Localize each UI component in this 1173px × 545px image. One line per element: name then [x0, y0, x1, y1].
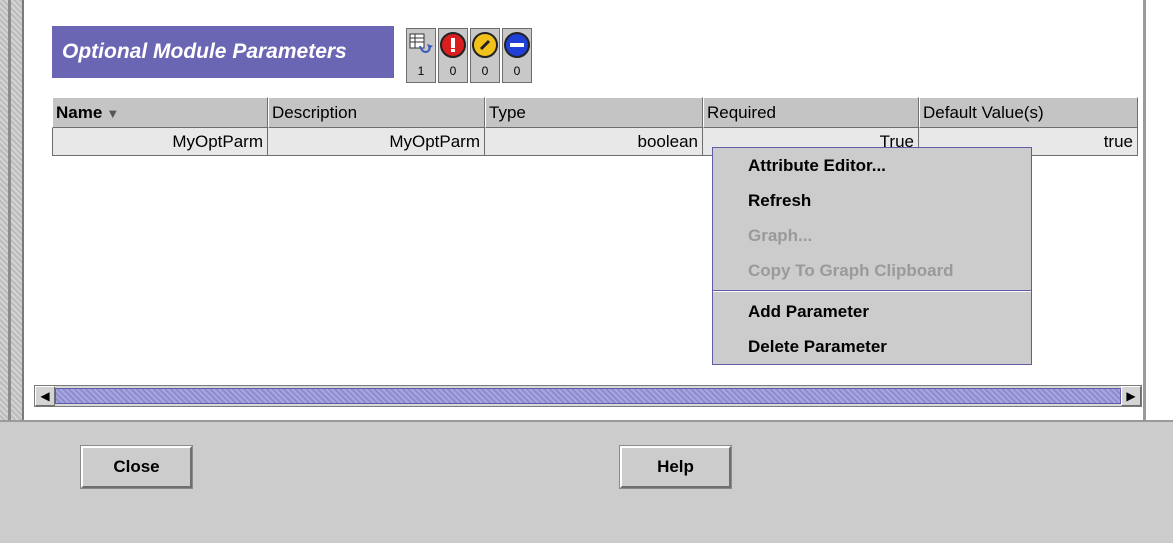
- info-icon: [504, 32, 530, 58]
- horizontal-scrollbar[interactable]: ◀ ▶: [34, 385, 1142, 407]
- menu-separator: [713, 290, 1031, 292]
- scroll-left-button[interactable]: ◀: [35, 386, 55, 406]
- warning-icon: [472, 32, 498, 58]
- context-menu: Attribute Editor... Refresh Graph... Cop…: [712, 147, 1032, 365]
- sort-descending-icon: ▼: [106, 106, 120, 121]
- column-header-required[interactable]: Required: [703, 97, 919, 128]
- arrow-right-icon: ▶: [1126, 389, 1136, 403]
- scroll-right-button[interactable]: ▶: [1121, 386, 1141, 406]
- right-frame-border: [1143, 0, 1146, 420]
- status-count: 0: [449, 64, 457, 78]
- menu-item-add-parameter[interactable]: Add Parameter: [713, 294, 1031, 329]
- cell-type[interactable]: boolean: [485, 128, 703, 156]
- help-button[interactable]: Help: [619, 445, 732, 489]
- status-summary-bar: 1 0 0 0: [406, 28, 532, 83]
- right-frame-edge: [1160, 0, 1173, 420]
- panel-title-label: Optional Module Parameters: [62, 40, 347, 63]
- column-header-default-values[interactable]: Default Value(s): [919, 97, 1138, 128]
- status-warnings[interactable]: 0: [470, 28, 500, 83]
- panel-title: Optional Module Parameters: [52, 26, 394, 78]
- table-refresh-icon: [408, 32, 434, 58]
- menu-item-delete-parameter[interactable]: Delete Parameter: [713, 329, 1031, 364]
- menu-item-attribute-editor[interactable]: Attribute Editor...: [713, 148, 1031, 183]
- table-header: Name ▼ Description Type Required Default …: [52, 97, 1138, 128]
- left-frame-border: [0, 0, 24, 420]
- cell-name[interactable]: MyOptParm: [52, 128, 268, 156]
- status-count: 0: [481, 64, 489, 78]
- column-header-description[interactable]: Description: [268, 97, 485, 128]
- cell-description[interactable]: MyOptParm: [268, 128, 485, 156]
- status-count: 0: [513, 64, 521, 78]
- close-button[interactable]: Close: [80, 445, 193, 489]
- status-info[interactable]: 0: [502, 28, 532, 83]
- column-header-name[interactable]: Name ▼: [52, 97, 268, 128]
- menu-item-graph: Graph...: [748, 226, 813, 245]
- column-header-type[interactable]: Type: [485, 97, 703, 128]
- arrow-left-icon: ◀: [40, 389, 50, 403]
- menu-item-copy-to-graph-clipboard: Copy To Graph Clipboard: [748, 261, 954, 280]
- status-table-refresh[interactable]: 1: [406, 28, 436, 83]
- scrollbar-thumb[interactable]: [55, 388, 1121, 404]
- button-panel: Close Help: [0, 420, 1173, 545]
- menu-item-refresh[interactable]: Refresh: [713, 183, 1031, 218]
- status-count: 1: [417, 64, 425, 78]
- error-icon: [440, 32, 466, 58]
- status-errors[interactable]: 0: [438, 28, 468, 83]
